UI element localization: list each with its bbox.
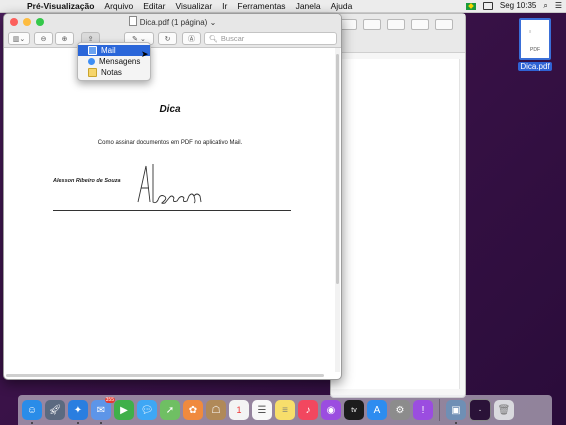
app-menu[interactable]: Pré-Visualização xyxy=(27,1,94,11)
search-icon[interactable]: ⌕ xyxy=(543,0,547,12)
window-title[interactable]: Dica.pdf (1 página) ⌄ xyxy=(4,16,341,27)
system-preferences-icon[interactable]: ⚙ xyxy=(390,400,410,420)
share-menu-item-mail[interactable]: Mail xyxy=(78,45,150,56)
running-indicator xyxy=(100,422,102,424)
menu-editar[interactable]: Editar xyxy=(143,1,165,11)
desktop-file-dica-pdf[interactable]: ≡ PDF Dica.pdf xyxy=(515,18,555,71)
menu-ir[interactable]: Ir xyxy=(222,1,227,11)
bg-toolbar-button[interactable] xyxy=(363,19,381,30)
share-menu-label: Mail xyxy=(101,46,116,55)
contacts-icon[interactable]: ☖ xyxy=(206,400,226,420)
launchpad-icon[interactable]: 🚀︎ xyxy=(45,400,65,420)
zoom-out-icon: ⊖ xyxy=(40,35,47,43)
music-icon[interactable]: ♪ xyxy=(298,400,318,420)
trash-icon[interactable]: 🗑︎ xyxy=(494,400,514,420)
preview-icon[interactable]: ▣ xyxy=(446,400,466,424)
messages-icon[interactable]: 💬︎ xyxy=(137,400,157,420)
control-center-icon[interactable]: ☰ xyxy=(555,0,562,12)
feedback-icon[interactable]: ! xyxy=(413,400,433,420)
screenshot-thumb-icon[interactable]: · xyxy=(469,399,491,421)
tv-icon[interactable]: tv xyxy=(344,400,364,420)
share-menu-item-notas[interactable]: Notas xyxy=(78,67,150,78)
search-input[interactable]: 🔍︎ Buscar xyxy=(204,32,337,45)
bg-toolbar-button[interactable] xyxy=(435,19,453,30)
calendar-icon[interactable]: 1 xyxy=(229,400,249,420)
notes-icon xyxy=(88,68,97,77)
document-title: Dica xyxy=(159,104,181,115)
menu-arquivo[interactable]: Arquivo xyxy=(104,1,133,11)
document-proxy-icon[interactable] xyxy=(128,16,137,26)
toolbar: ▥⌄ ⊖ ⊕ ⇪ ✎ ⌄ ↻ Ⓐ 🔍︎ Buscar xyxy=(4,30,341,48)
preview-window: Dica.pdf (1 página) ⌄ ▥⌄ ⊖ ⊕ ⇪ ✎ ⌄ ↻ Ⓐ 🔍… xyxy=(3,13,342,380)
reminders-icon[interactable]: ☰ xyxy=(252,400,272,420)
pdf-page[interactable]: Dica Como assinar documentos em PDF no a… xyxy=(4,48,336,372)
mail-icon xyxy=(88,46,97,55)
bg-toolbar-button[interactable] xyxy=(411,19,429,30)
title-bar[interactable]: Dica.pdf (1 página) ⌄ xyxy=(4,14,341,30)
rotate-button[interactable]: ↻ xyxy=(158,32,177,45)
zoom-out-button[interactable]: ⊖ xyxy=(34,32,53,45)
menu-ajuda[interactable]: Ajuda xyxy=(331,1,353,11)
mail-icon[interactable]: ✉ 355 xyxy=(91,397,115,424)
document-subtitle: Como assinar documentos em PDF no aplica… xyxy=(97,140,243,146)
background-window-toolbar xyxy=(331,14,465,53)
menu-janela[interactable]: Janela xyxy=(296,1,321,11)
horizontal-scrollbar[interactable] xyxy=(6,374,324,377)
bg-toolbar-button[interactable] xyxy=(387,19,405,30)
handwritten-signature xyxy=(137,164,202,204)
notes-icon[interactable]: ≡ xyxy=(275,400,295,420)
share-menu: Mail Mensagens Notas xyxy=(77,42,151,81)
file-type-label: PDF xyxy=(530,47,540,53)
facetime-icon[interactable]: ▶ xyxy=(114,400,134,420)
podcasts-icon[interactable]: ◉ xyxy=(321,400,341,420)
input-source-flag-icon[interactable] xyxy=(465,2,476,10)
search-placeholder: Buscar xyxy=(220,34,245,43)
mouse-pointer-icon: ➤ xyxy=(141,49,149,59)
status-area: Seg 10:35 ⌕ ☰ xyxy=(465,0,562,12)
display-mirror-icon[interactable] xyxy=(482,2,493,10)
messages-icon xyxy=(88,58,95,65)
chevron-down-icon[interactable]: ⌄ xyxy=(210,18,217,27)
photos-icon[interactable]: ✿ xyxy=(183,400,203,420)
clock[interactable]: Seg 10:35 xyxy=(500,0,536,12)
signature-line xyxy=(53,210,291,211)
finder-icon[interactable]: ☺ xyxy=(22,400,42,424)
menu-ferramentas[interactable]: Ferramentas xyxy=(237,1,285,11)
signer-name: Alesson Ribeiro de Souza xyxy=(53,178,121,184)
maps-icon[interactable]: ➚ xyxy=(160,400,180,420)
vertical-scrollbar-thumb[interactable] xyxy=(336,54,339,284)
markup-icon: Ⓐ xyxy=(188,35,195,43)
background-window-content xyxy=(331,59,460,389)
window-title-text: Dica.pdf (1 página) xyxy=(139,18,208,27)
menu-bar: Pré-Visualização Arquivo Editar Visualiz… xyxy=(0,0,566,13)
markup-toolbar-button[interactable]: Ⓐ xyxy=(182,32,201,45)
zoom-in-button[interactable]: ⊕ xyxy=(55,32,74,45)
running-indicator xyxy=(77,422,79,424)
background-window[interactable] xyxy=(330,13,466,398)
running-indicator xyxy=(455,422,457,424)
pdf-file-icon: ≡ PDF xyxy=(519,18,551,60)
pdf-thumb-mark: ≡ xyxy=(529,29,532,34)
tv-label: tv xyxy=(351,406,357,414)
sidebar-toggle-button[interactable]: ▥⌄ xyxy=(8,32,30,45)
rotate-icon: ↻ xyxy=(164,35,171,43)
desktop-file-label: Dica.pdf xyxy=(518,62,552,71)
share-menu-label: Mensagens xyxy=(99,57,141,66)
menu-visualizar[interactable]: Visualizar xyxy=(175,1,212,11)
running-indicator xyxy=(31,422,33,424)
zoom-in-icon: ⊕ xyxy=(61,35,68,43)
sidebar-icon: ▥⌄ xyxy=(12,35,26,43)
dock: ☺ 🚀︎ ✦ ✉ 355 ▶ 💬︎ ➚ ✿ ☖ 1 ☰ ≡ ♪ ◉ tv A ⚙… xyxy=(18,395,552,425)
safari-icon[interactable]: ✦ xyxy=(68,400,88,424)
share-menu-item-mensagens[interactable]: Mensagens xyxy=(78,56,150,67)
share-menu-label: Notas xyxy=(101,68,122,77)
calendar-day: 1 xyxy=(236,405,242,415)
dock-separator xyxy=(439,399,440,421)
search-icon: 🔍︎ xyxy=(209,35,218,43)
app-store-icon[interactable]: A xyxy=(367,400,387,420)
